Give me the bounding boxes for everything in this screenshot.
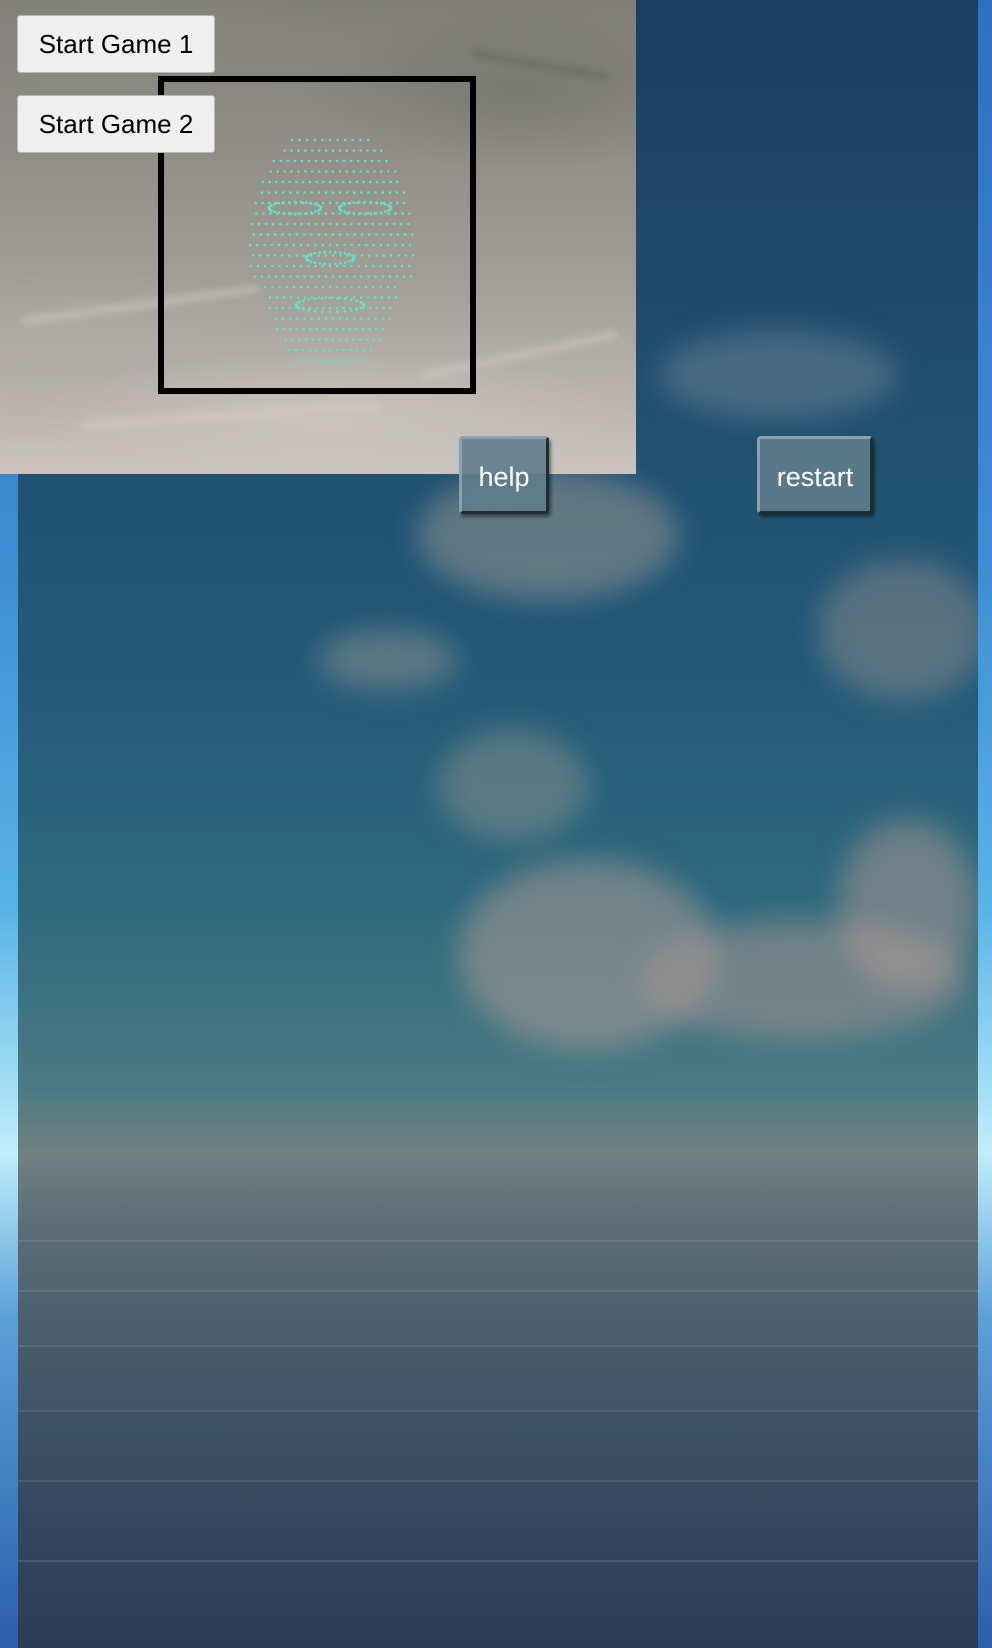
help-button[interactable]: help — [459, 436, 549, 514]
start-game-1-button[interactable]: Start Game 1 — [17, 15, 215, 73]
cloud — [318, 630, 458, 690]
camera-noise — [80, 399, 380, 431]
cloud — [438, 730, 588, 840]
restart-button[interactable]: restart — [757, 436, 873, 514]
cloud — [818, 560, 978, 700]
water-ripple — [18, 1480, 978, 1482]
cloud — [838, 820, 978, 990]
face-mesh-icon — [248, 138, 415, 362]
water-ripple — [18, 1240, 978, 1242]
start-game-2-button[interactable]: Start Game 2 — [17, 95, 215, 153]
water-ripple — [18, 1410, 978, 1412]
water-ripple — [18, 1290, 978, 1292]
camera-noise — [470, 47, 610, 83]
water-ripple — [18, 1345, 978, 1347]
cloud — [658, 330, 898, 420]
water-ripple — [18, 1560, 978, 1562]
